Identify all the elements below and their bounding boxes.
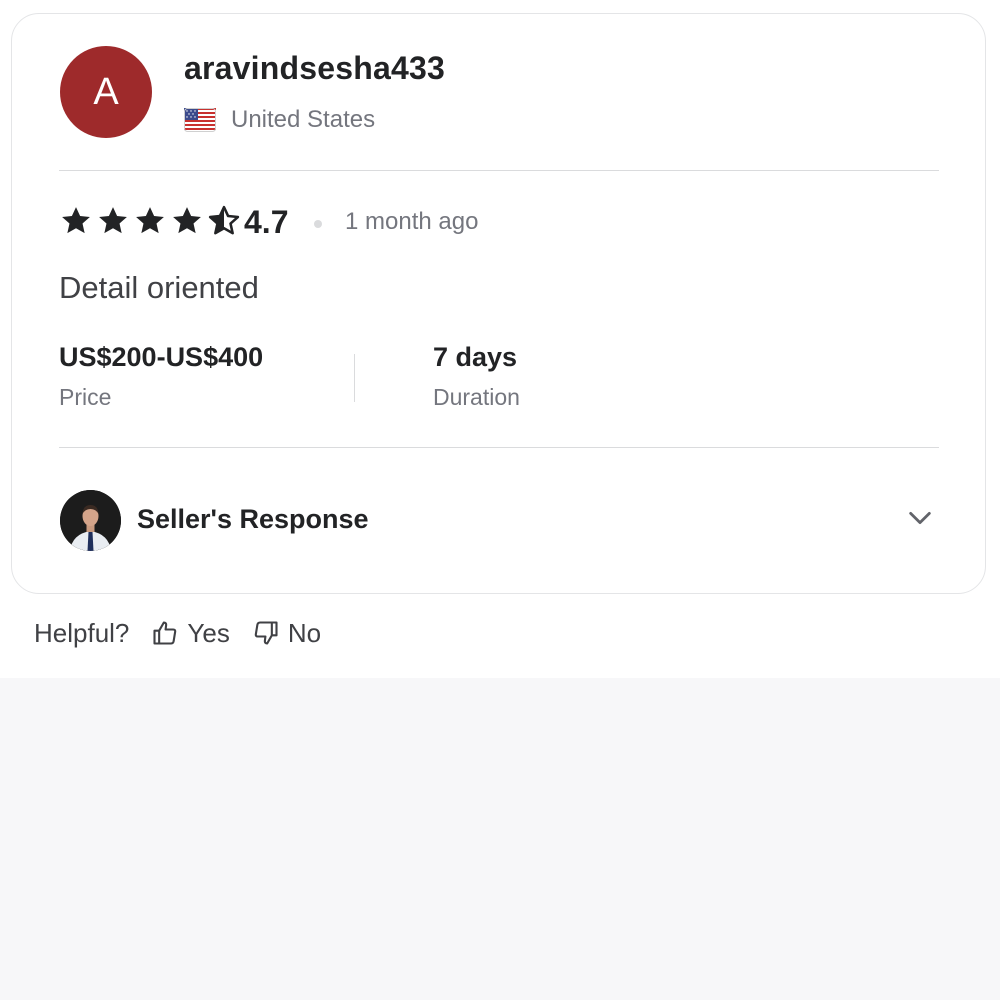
star-rating: [59, 204, 241, 238]
us-flag-icon: [184, 108, 216, 132]
seller-response-title[interactable]: Seller's Response: [137, 504, 369, 535]
price-value: US$200-US$400: [59, 342, 264, 372]
review-text: Detail oriented: [59, 270, 259, 305]
review-card: A aravindsesha433 United States 4.7 1 mo…: [11, 13, 986, 594]
star-full-icon: [99, 207, 127, 234]
avatar-initial: A: [93, 70, 119, 113]
seller-avatar: [60, 490, 121, 551]
duration-label: Duration: [433, 384, 520, 410]
thumbs-down-icon: [254, 621, 278, 645]
page: A aravindsesha433 United States 4.7 1 mo…: [0, 0, 1000, 1000]
duration-value: 7 days: [433, 342, 518, 372]
separator-dot: [314, 220, 322, 228]
star-full-icon: [173, 207, 201, 234]
helpful-no-button[interactable]: No: [252, 618, 321, 649]
review-time: 1 month ago: [345, 208, 479, 235]
helpful-no-label: No: [287, 617, 322, 648]
header-divider: [59, 170, 939, 171]
rating-value: 4.7: [244, 204, 289, 240]
helpful-yes-button[interactable]: Yes: [151, 617, 230, 649]
details-divider: [354, 354, 355, 402]
star-full-icon: [136, 207, 164, 234]
expand-seller-response-button[interactable]: [898, 496, 942, 540]
helpful-yes-label: Yes: [187, 617, 230, 648]
details-bottom-divider: [59, 447, 939, 448]
helpful-bar: Helpful? Yes No: [34, 614, 343, 652]
page-background-lower: [0, 678, 1000, 1000]
price-label: Price: [59, 384, 112, 410]
star-half-icon: [208, 205, 240, 235]
star-full-icon: [62, 207, 90, 234]
helpful-label: Helpful?: [34, 617, 130, 648]
chevron-down-icon: [909, 511, 931, 525]
reviewer-avatar[interactable]: A: [60, 46, 152, 138]
reviewer-country: United States: [231, 106, 376, 133]
thumbs-up-icon: [153, 621, 177, 645]
reviewer-username[interactable]: aravindsesha433: [184, 50, 445, 87]
seller-photo-icon: [60, 490, 121, 551]
